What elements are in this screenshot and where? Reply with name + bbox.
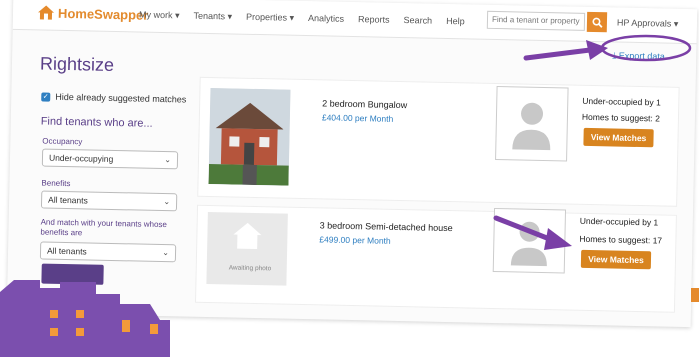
property-price: £499.00 per Month: [319, 234, 391, 246]
menu-tenants[interactable]: Tenants ▾: [193, 11, 232, 23]
list-item: Awaiting photo 3 bedroom Semi-detached h…: [194, 204, 677, 313]
property-photo-placeholder[interactable]: Awaiting photo: [206, 211, 288, 286]
decorative-strip: [691, 288, 699, 302]
person-placeholder-icon: [512, 102, 551, 151]
occupancy-label: Occupancy: [42, 136, 83, 147]
tenant-status: Under-occupied by 1: [579, 215, 659, 228]
logo-text: HomeSwapper: [57, 5, 149, 23]
checkbox-checked-icon: ✓: [41, 91, 51, 102]
page-title: Rightsize: [39, 53, 115, 75]
match-benefits-label-2: benefits are: [40, 227, 83, 238]
homes-to-suggest-arrow-annotation: [493, 215, 572, 250]
house-icon: [233, 222, 262, 250]
benefits-select[interactable]: All tenants ⌄: [40, 190, 178, 212]
benefits-value: All tenants: [48, 194, 88, 206]
match-benefits-value: All tenants: [46, 245, 87, 257]
search-input[interactable]: Find a tenant or property: [486, 10, 586, 31]
user-menu[interactable]: HP Approvals ▾: [617, 18, 679, 30]
homeswapper-logo[interactable]: HomeSwapper: [37, 4, 149, 22]
homes-to-suggest: Homes to suggest: 17: [579, 233, 663, 246]
menu-my-work[interactable]: My work ▾: [139, 10, 180, 22]
view-matches-button[interactable]: View Matches: [583, 127, 654, 148]
menu-properties[interactable]: Properties ▾: [246, 12, 294, 24]
occupancy-select[interactable]: Under-occupying ⌄: [41, 148, 179, 170]
property-price: £404.00 per Month: [321, 112, 394, 124]
menu-analytics[interactable]: Analytics: [308, 13, 344, 25]
tenant-status: Under-occupied by 1: [582, 95, 661, 108]
view-matches-button[interactable]: View Matches: [580, 249, 652, 270]
export-arrow-annotation: [523, 34, 692, 62]
occupancy-value: Under-occupying: [48, 152, 114, 164]
menu-reports[interactable]: Reports: [358, 14, 390, 26]
chevron-down-icon: ⌄: [164, 155, 172, 165]
main-menu: My work ▾ Tenants ▾ Properties ▾ Analyti…: [139, 10, 479, 28]
house-photo-image: [208, 88, 291, 186]
house-logo-icon: [37, 4, 55, 20]
list-item: 2 bedroom Bungalow £404.00 per Month Und…: [197, 76, 680, 207]
chevron-down-icon: ⌄: [162, 248, 170, 258]
property-photo[interactable]: [208, 88, 291, 186]
hide-suggested-label: Hide already suggested matches: [55, 91, 187, 105]
homes-to-suggest: Homes to suggest: 2: [581, 111, 661, 124]
menu-help[interactable]: Help: [446, 16, 465, 27]
property-type: 3 bedroom Semi-detached house: [319, 220, 453, 234]
awaiting-photo-label: Awaiting photo: [228, 264, 272, 273]
search-icon: [591, 17, 603, 28]
menu-search[interactable]: Search: [403, 15, 433, 27]
decorative-building-graphic: [0, 280, 170, 357]
property-type: 2 bedroom Bungalow: [322, 98, 408, 111]
hide-suggested-checkbox[interactable]: ✓ Hide already suggested matches: [41, 91, 187, 105]
chevron-down-icon: ⌄: [163, 197, 171, 207]
benefits-label: Benefits: [41, 178, 71, 189]
match-benefits-select[interactable]: All tenants ⌄: [39, 241, 177, 263]
find-tenants-heading: Find tenants who are...: [40, 115, 153, 130]
avatar: [495, 86, 569, 162]
